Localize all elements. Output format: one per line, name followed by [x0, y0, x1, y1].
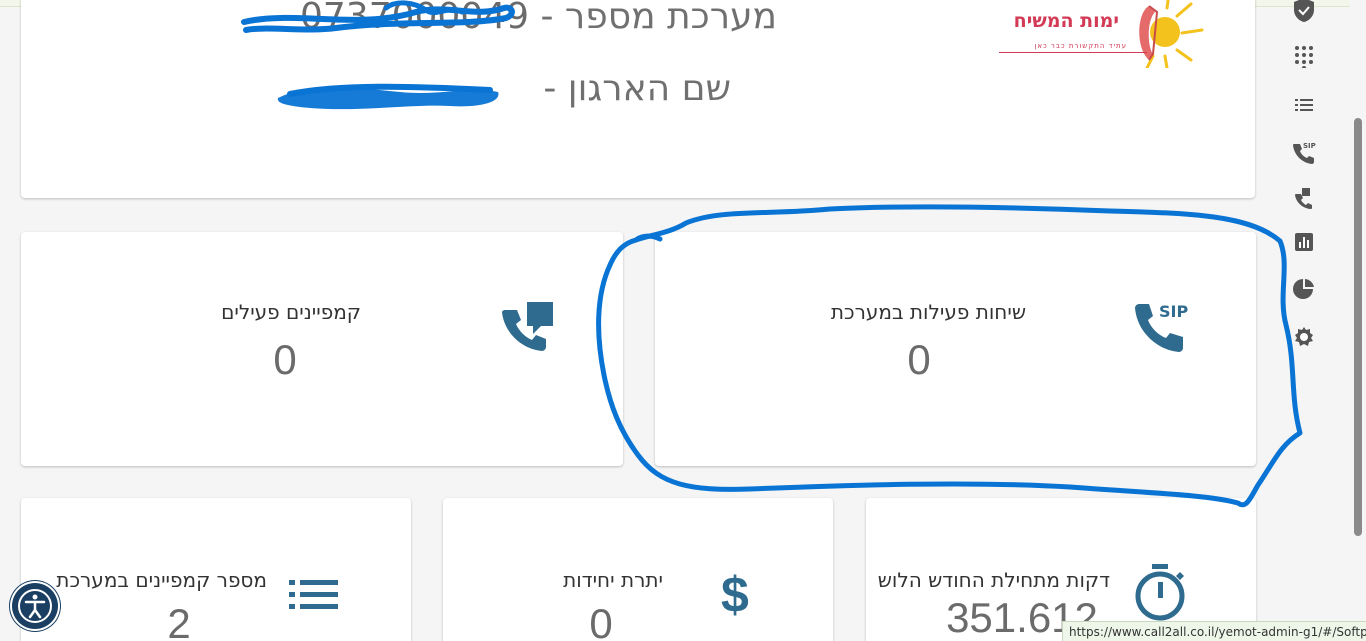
sip-phone-icon[interactable]: SIP — [1292, 140, 1316, 164]
phone-forward-icon[interactable] — [1292, 186, 1316, 210]
dollar-icon: $ — [721, 567, 749, 620]
dialpad-icon[interactable] — [1292, 44, 1316, 68]
system-info-card: מערכת מספר - 0737000049 שם הארגון - ימות… — [21, 0, 1255, 198]
accessibility-button[interactable] — [12, 583, 58, 629]
bar-chart-icon[interactable] — [1292, 230, 1316, 254]
list-icon — [289, 580, 338, 609]
monthly-minutes-label: דקות מתחילת החודש הלוש — [877, 568, 1110, 592]
active-calls-value: 0 — [907, 336, 931, 383]
svg-text:SIP: SIP — [1303, 142, 1316, 150]
shield-check-icon[interactable] — [1292, 0, 1316, 24]
campaigns-count-value: 2 — [167, 600, 191, 641]
stopwatch-icon — [1135, 564, 1185, 621]
settings-icon[interactable] — [1292, 325, 1316, 349]
active-calls-card: שיחות פעילות במערכת 0 SIP — [655, 232, 1256, 466]
system-number-line: מערכת מספר - 0737000049 — [300, 0, 777, 37]
active-campaigns-label: קמפיינים פעילים — [221, 300, 361, 324]
sip-phone-icon: SIP — [1135, 302, 1188, 352]
svg-text:$: $ — [721, 567, 749, 620]
active-campaigns-card: קמפיינים פעילים 0 — [21, 232, 623, 466]
campaigns-count-card: מספר קמפיינים במערכת 2 — [21, 498, 411, 641]
vertical-scrollbar[interactable] — [1350, 0, 1366, 641]
logo-underline — [999, 52, 1147, 53]
system-number-value: 0737000049 — [300, 0, 530, 37]
svg-text:SIP: SIP — [1159, 302, 1188, 321]
active-calls-label: שיחות פעילות במערכת — [830, 300, 1026, 324]
accessibility-icon — [18, 589, 52, 623]
org-name-line: שם הארגון - — [543, 68, 731, 109]
active-campaigns-value: 0 — [273, 336, 297, 383]
logo-subtitle: עתיד התקשורת כבר כאן — [1034, 42, 1127, 50]
pie-chart-icon[interactable] — [1292, 277, 1316, 301]
list-icon[interactable] — [1292, 93, 1316, 117]
right-nav-rail: SIP — [1280, 0, 1328, 641]
scrollbar-thumb[interactable] — [1354, 118, 1362, 536]
monthly-minutes-card: דקות מתחילת החודש הלוש 351.612 — [866, 498, 1256, 641]
logo-title: ימות המשיח — [1013, 10, 1119, 32]
units-balance-card: יתרת יחידות 0 $ — [443, 498, 833, 641]
org-name-label: שם הארגון - — [543, 68, 731, 109]
logo: ימות המשיח עתיד התקשורת כבר כאן — [977, 0, 1207, 68]
units-balance-label: יתרת יחידות — [563, 568, 663, 592]
status-bar-url: https://www.call2all.co.il/yemot-admin-g… — [1062, 621, 1366, 641]
campaign-call-icon — [502, 302, 553, 351]
system-number-label: מערכת מספר - — [540, 0, 778, 37]
campaigns-count-label: מספר קמפיינים במערכת — [56, 568, 267, 592]
units-balance-value: 0 — [589, 600, 613, 641]
dashboard-page: מערכת מספר - 0737000049 שם הארגון - ימות… — [0, 0, 1366, 641]
